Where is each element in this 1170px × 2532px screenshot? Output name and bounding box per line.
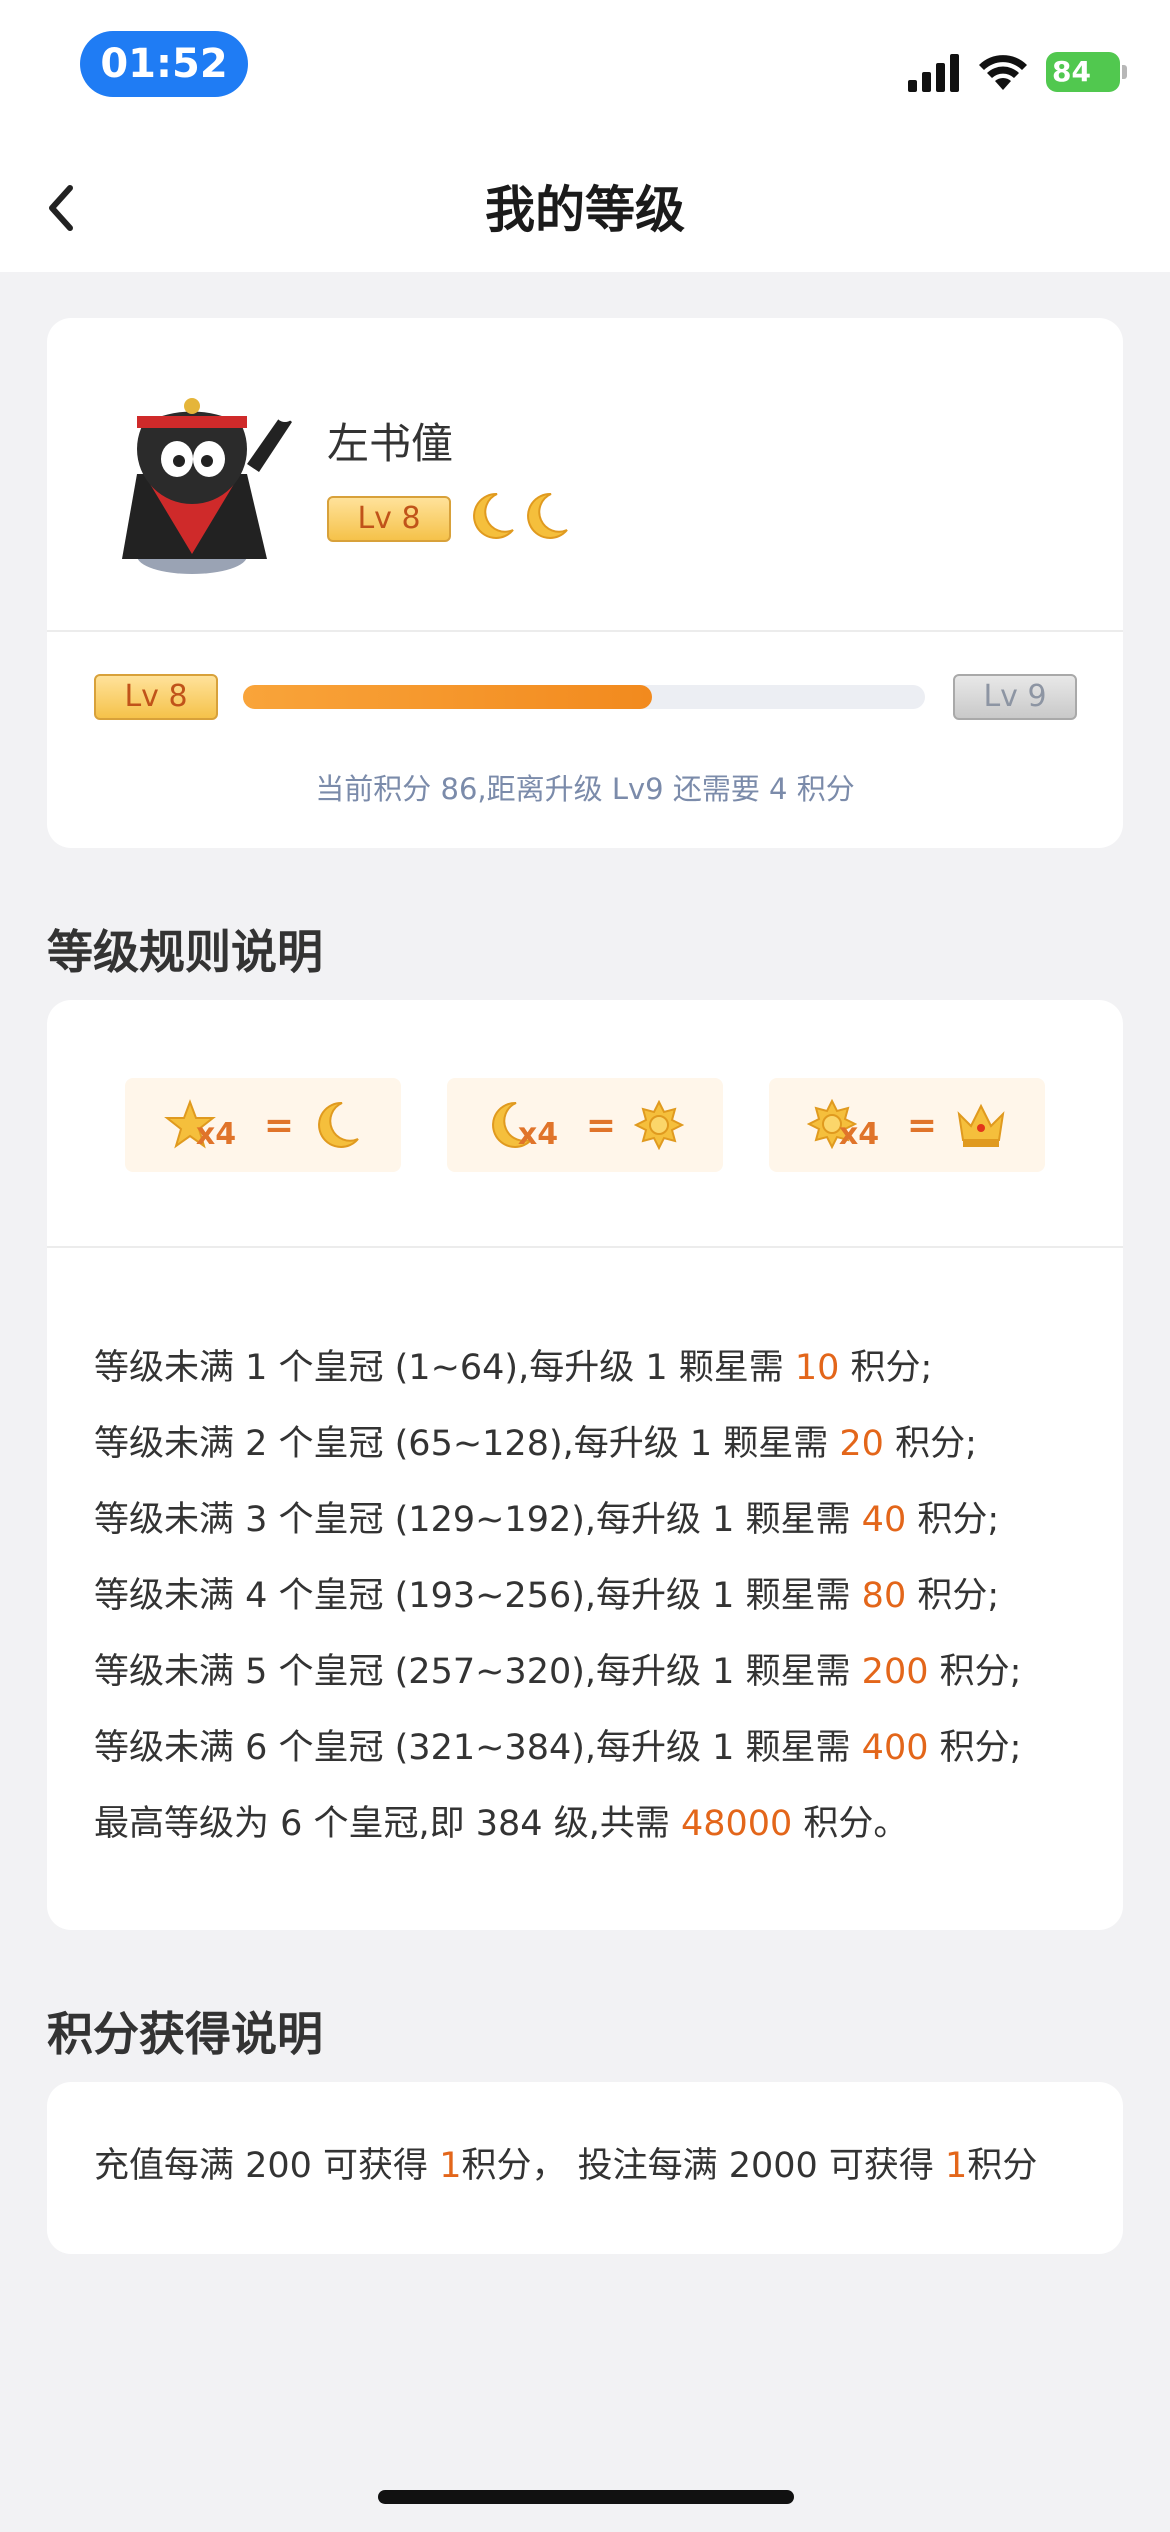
points-card: 充值每满 200 可获得 1积分， 投注每满 2000 可获得 1积分 (47, 2082, 1123, 2254)
equals-sign: = (585, 1104, 617, 1146)
crown-icon (957, 1103, 1005, 1147)
next-level-badge: Lv 9 (953, 674, 1077, 720)
points-rule-text: 充值每满 200 可获得 1积分， 投注每满 2000 可获得 1积分 (94, 2146, 1038, 2186)
section-title-points: 积分获得说明 (47, 2007, 323, 2061)
rule-item: 等级未满 5 个皇冠 (257~320),每升级 1 颗星需 200 积分; (94, 1652, 1022, 1692)
moon-icon (473, 492, 514, 539)
progress-text: 当前积分 86,距离升级 Lv9 还需要 4 积分 (315, 772, 855, 806)
status-time: 01:52 (80, 31, 248, 97)
multiplier: x4 (517, 1117, 559, 1152)
rules-list: 等级未满 1 个皇冠 (1~64),每升级 1 颗星需 10 积分; 等级未满 … (94, 1330, 1094, 1862)
equation-moon-sun: x4 = (447, 1078, 723, 1172)
divider (47, 1246, 1123, 1248)
level-moons (467, 490, 571, 542)
avatar[interactable] (97, 354, 297, 584)
signal-icon (908, 54, 959, 92)
rule-item: 等级未满 2 个皇冠 (65~128),每升级 1 颗星需 20 积分; (94, 1424, 977, 1464)
current-level-badge: Lv 8 (94, 674, 218, 720)
page-title: 我的等级 (485, 181, 685, 239)
moon-icon (527, 492, 568, 539)
profile-card: 左书僮 Lv 8 Lv 8 Lv 9 当前积分 86,距离升级 Lv9 还需要 … (47, 318, 1123, 848)
home-indicator[interactable] (378, 2490, 794, 2504)
rule-item: 最高等级为 6 个皇冠,即 384 级,共需 48000 积分。 (94, 1804, 909, 1844)
equals-sign: = (263, 1104, 295, 1146)
sun-icon (634, 1100, 685, 1150)
multiplier: x4 (838, 1117, 880, 1152)
top-bar: 01:52 84 我的等级 (0, 0, 1170, 272)
equation-star-moon: x4 = (125, 1078, 401, 1172)
rule-item: 等级未满 3 个皇冠 (129~192),每升级 1 颗星需 40 积分; (94, 1500, 1000, 1540)
multiplier: x4 (195, 1117, 237, 1152)
battery-level: 84 (1052, 55, 1091, 88)
rule-item: 等级未满 6 个皇冠 (321~384),每升级 1 颗星需 400 积分; (94, 1728, 1022, 1768)
level-badge: Lv 8 (327, 496, 451, 542)
status-icons: 84 (908, 48, 1127, 96)
section-title-rules: 等级规则说明 (47, 925, 323, 979)
level-progress-bar (243, 685, 925, 709)
battery-icon: 84 (1046, 52, 1127, 92)
wifi-icon (979, 55, 1027, 90)
rule-item: 等级未满 4 个皇冠 (193~256),每升级 1 颗星需 80 积分; (94, 1576, 1000, 1616)
username: 左书僮 (327, 419, 454, 468)
level-progress-fill (243, 685, 653, 709)
equation-sun-crown: x4 = (769, 1078, 1045, 1172)
page: 01:52 84 我的等级 左书僮 Lv 8 Lv 8 Lv 9 当前积分 86… (0, 0, 1170, 2532)
equals-sign: = (906, 1104, 938, 1146)
rule-item: 等级未满 1 个皇冠 (1~64),每升级 1 颗星需 10 积分; (94, 1348, 933, 1388)
rank-equations: x4 = x4 = x4 = (47, 1078, 1123, 1172)
divider (47, 630, 1123, 632)
rules-card: x4 = x4 = x4 = 等级未满 1 个皇冠 (1~64),每升级 1 颗… (47, 1000, 1123, 1930)
moon-icon (318, 1101, 359, 1148)
